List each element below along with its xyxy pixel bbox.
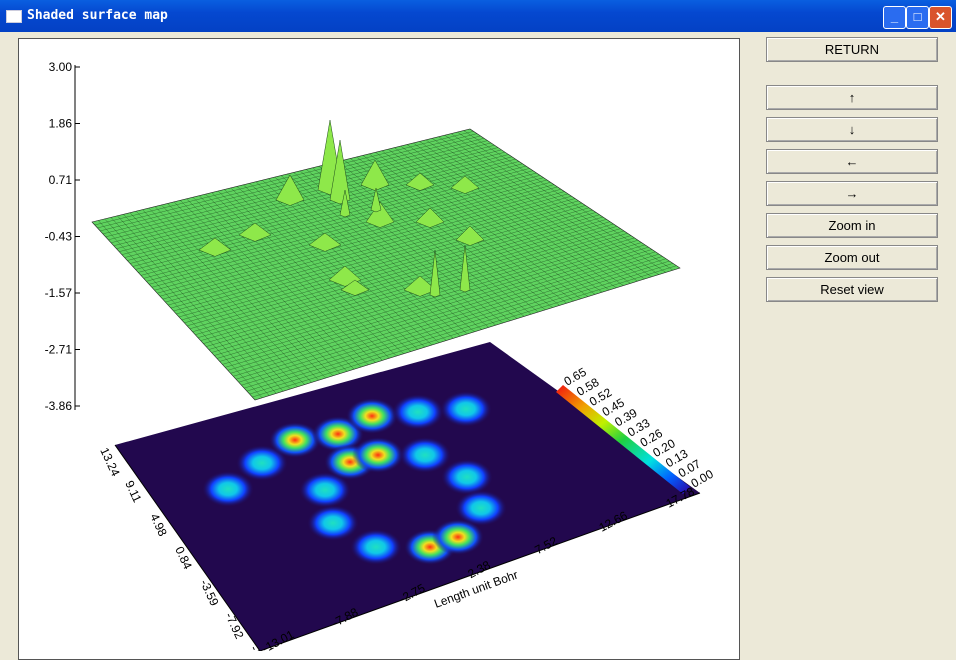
z-tick-label: -2.71 (45, 343, 73, 357)
return-button[interactable]: RETURN (766, 37, 938, 62)
z-tick-label: -1.57 (45, 286, 73, 300)
density-peak (346, 398, 398, 434)
pan-right-button[interactable]: → (766, 181, 938, 206)
density-peak (307, 505, 359, 541)
pan-down-button[interactable]: ↓ (766, 117, 938, 142)
pan-up-button[interactable]: ↑ (766, 85, 938, 110)
reset-view-button[interactable]: Reset view (766, 277, 938, 302)
density-peak (441, 459, 493, 495)
z-tick-label: 0.71 (49, 173, 73, 187)
z-tick-label: 3.00 (49, 60, 73, 74)
contour-map (115, 342, 700, 651)
z-tick-label: -3.86 (45, 399, 73, 413)
density-peak (440, 391, 492, 427)
z-tick-label: -0.43 (45, 230, 73, 244)
density-peak (269, 422, 321, 458)
z-tick-label: 1.86 (49, 117, 73, 131)
density-peak (399, 437, 451, 473)
density-peak (350, 529, 402, 565)
density-peak (432, 519, 484, 555)
pan-left-button[interactable]: ← (766, 149, 938, 174)
density-peak (352, 437, 404, 473)
zoom-out-button[interactable]: Zoom out (766, 245, 938, 270)
zoom-in-button[interactable]: Zoom in (766, 213, 938, 238)
density-peak (392, 394, 444, 430)
